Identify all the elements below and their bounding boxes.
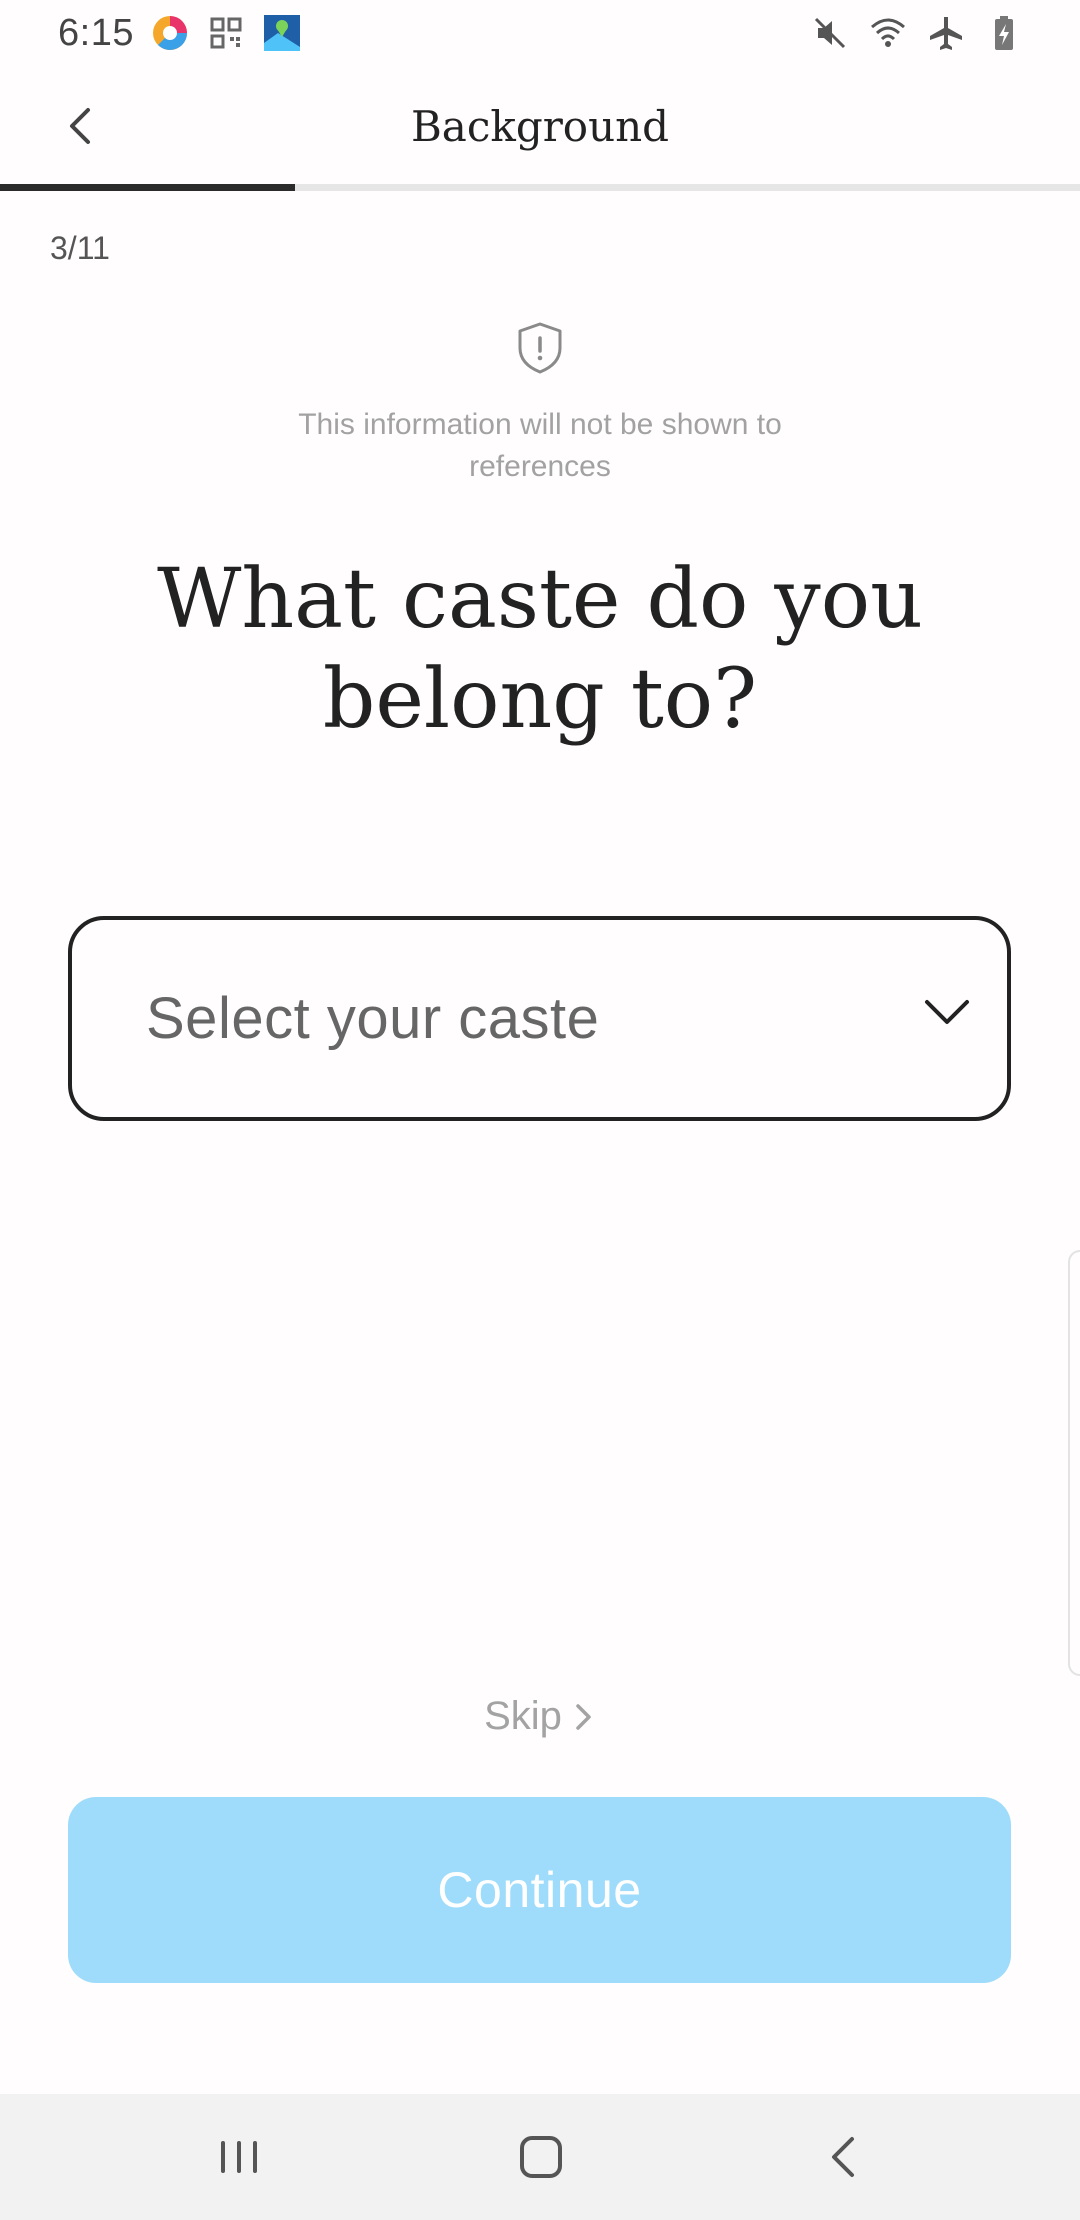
status-bar: 6:15 [0, 0, 1080, 66]
caste-dropdown[interactable]: Select your caste [68, 916, 1011, 1121]
back-icon[interactable] [814, 2127, 874, 2187]
chrome-like-app-icon [152, 16, 187, 50]
home-icon[interactable] [511, 2127, 571, 2187]
step-counter: 3/11 [50, 230, 110, 266]
chevron-down-icon [925, 999, 969, 1024]
back-button[interactable] [50, 96, 110, 156]
question-heading: What caste do you belong to? [157, 552, 923, 747]
airplane-mode-icon [930, 17, 962, 50]
mute-icon [814, 17, 846, 49]
caste-dropdown-placeholder: Select your caste [146, 986, 600, 1051]
status-time: 6:15 [58, 11, 134, 54]
status-right [810, 13, 1024, 53]
progress-bar [0, 184, 1080, 191]
screen: 6:15 Background 3/11 This information wi… [0, 0, 1080, 2220]
maps-app-icon [263, 15, 300, 51]
header: Background [0, 66, 1080, 186]
skip-label: Skip [484, 1694, 562, 1738]
recents-icon[interactable] [209, 2127, 269, 2187]
page-title: Background [410, 101, 670, 151]
system-nav-bar [0, 2094, 1080, 2220]
edge-panel-handle[interactable] [1068, 1250, 1080, 1676]
battery-charging-icon [995, 16, 1013, 50]
skip-link[interactable]: Skip [0, 1694, 1080, 1739]
qr-code-icon [210, 17, 242, 49]
status-left: 6:15 [58, 12, 302, 55]
shield-alert-icon [510, 318, 570, 378]
progress-fill [0, 184, 295, 191]
wifi-icon [871, 18, 905, 47]
continue-button[interactable]: Continue [68, 1797, 1011, 1983]
chevron-left-icon [70, 108, 90, 144]
chevron-right-icon [576, 1703, 591, 1730]
privacy-note: This information will not be shown to re… [298, 408, 782, 483]
